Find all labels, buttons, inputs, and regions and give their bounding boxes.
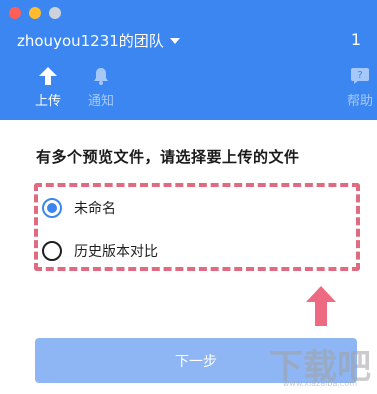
page-title: 有多个预览文件，请选择要上传的文件: [36, 148, 300, 166]
tab-notifications[interactable]: 通知: [81, 66, 121, 109]
header-bar: zhouyou1231的团队 1 上传 通知 ? 帮助: [0, 0, 377, 120]
tab-upload-label: 上传: [34, 94, 61, 109]
minimize-window-button[interactable]: [29, 7, 41, 19]
option-label: 历史版本对比: [74, 244, 158, 260]
caret-down-icon: [169, 37, 180, 44]
radio-unchecked-icon[interactable]: [42, 241, 62, 261]
app-window: zhouyou1231的团队 1 上传 通知 ? 帮助 有多个预览文件，请选择要…: [0, 0, 377, 394]
team-selector[interactable]: zhouyou1231的团队: [17, 30, 180, 51]
window-controls: [9, 7, 61, 19]
option-unnamed[interactable]: 未命名: [42, 198, 116, 218]
close-window-button[interactable]: [9, 7, 21, 19]
count-badge: 1: [350, 30, 361, 49]
watermark-url: www.xiazaiba.com: [282, 379, 357, 388]
help-icon: ?: [351, 68, 369, 84]
tab-help-label: 帮助: [346, 94, 373, 109]
tab-notifications-label: 通知: [87, 94, 114, 109]
svg-text:?: ?: [357, 70, 362, 81]
tab-help[interactable]: ? 帮助: [340, 66, 377, 109]
option-history-compare[interactable]: 历史版本对比: [42, 241, 158, 261]
radio-checked-icon[interactable]: [42, 198, 62, 218]
bell-icon: [94, 68, 108, 85]
pointer-arrow-icon: [306, 286, 336, 326]
upload-arrow-icon: [39, 67, 57, 85]
zoom-window-button[interactable]: [49, 7, 61, 19]
tab-upload[interactable]: 上传: [28, 66, 68, 109]
team-name: zhouyou1231的团队: [17, 32, 164, 50]
option-label: 未命名: [74, 201, 116, 217]
